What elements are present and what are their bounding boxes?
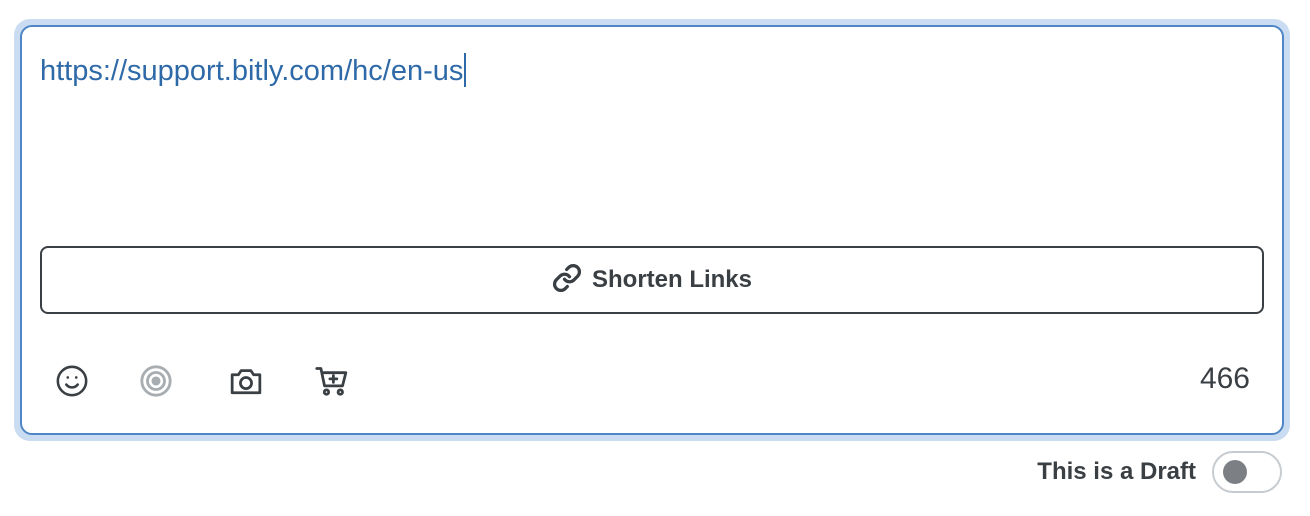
- shorten-links-button[interactable]: Shorten Links: [40, 246, 1264, 314]
- draft-toggle-row: This is a Draft: [1037, 449, 1282, 495]
- post-text: https://support.bitly.com/hc/en-us: [40, 55, 464, 87]
- text-caret: [464, 53, 467, 87]
- target-icon[interactable]: [138, 363, 174, 399]
- draft-toggle[interactable]: [1212, 451, 1282, 493]
- link-icon: [552, 263, 582, 298]
- post-composer: https://support.bitly.com/hc/en-us Short…: [20, 25, 1284, 435]
- post-text-input[interactable]: https://support.bitly.com/hc/en-us: [40, 53, 1260, 243]
- cart-icon[interactable]: [314, 363, 350, 399]
- toggle-knob: [1223, 460, 1247, 484]
- draft-label: This is a Draft: [1037, 458, 1196, 485]
- shorten-links-label: Shorten Links: [591, 266, 753, 293]
- camera-icon[interactable]: [228, 363, 264, 399]
- emoji-icon[interactable]: [54, 363, 90, 399]
- character-count: 466: [1199, 362, 1250, 395]
